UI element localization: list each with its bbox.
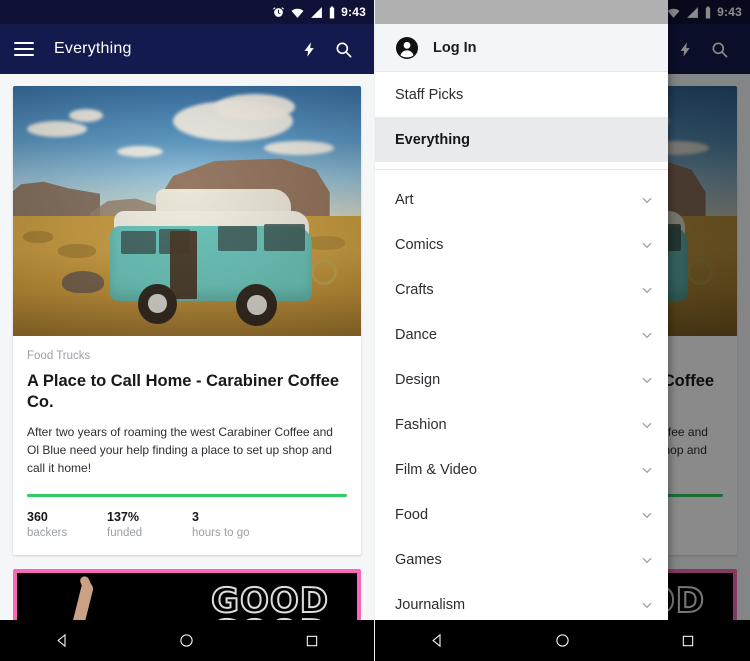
alarm-icon	[273, 6, 285, 17]
drawer-item-everything[interactable]: Everything	[375, 117, 668, 162]
project-stats: 360 backers 137% funded 3 hours to go	[27, 510, 347, 539]
project-title: A Place to Call Home - Carabiner Coffee …	[27, 372, 340, 412]
drawer-category-design[interactable]: Design	[375, 357, 668, 402]
triangle-back-icon	[432, 633, 441, 648]
project-card[interactable]: GOOD GOOD	[13, 569, 361, 620]
project-category: Food Trucks	[27, 350, 91, 362]
chevron-down-icon[interactable]	[640, 283, 654, 297]
chevron-down-icon[interactable]	[640, 193, 654, 207]
drawer-item-label: Design	[395, 371, 441, 388]
drawer-category-games[interactable]: Games	[375, 537, 668, 582]
search-button[interactable]	[326, 32, 360, 66]
chevron-down-icon[interactable]	[640, 553, 654, 567]
wifi-icon	[291, 8, 304, 18]
drawer-category-journalism[interactable]: Journalism	[375, 582, 668, 620]
drawer-item-label: Comics	[395, 236, 444, 253]
funding-progress-bar	[27, 494, 347, 498]
square-recents-icon	[306, 635, 317, 646]
stat-time-left: 3 hours to go	[192, 510, 250, 539]
circle-home-icon	[180, 634, 194, 647]
drawer-category-art[interactable]: Art	[375, 177, 668, 222]
chevron-down-icon[interactable]	[640, 373, 654, 387]
project-description: After two years of roaming the west Cara…	[27, 425, 333, 475]
chevron-down-icon[interactable]	[640, 598, 654, 612]
project-image	[13, 86, 361, 336]
android-navigation-bar	[375, 620, 750, 661]
home-button[interactable]	[165, 620, 209, 661]
chevron-down-icon[interactable]	[640, 328, 654, 342]
drawer-category-fashion[interactable]: Fashion	[375, 402, 668, 447]
drawer-item-label: Crafts	[395, 281, 434, 298]
home-button[interactable]	[541, 620, 585, 661]
drawer-item-label: Everything	[395, 131, 470, 148]
drawer-item-label: Journalism	[395, 596, 466, 613]
stat-value: 3	[192, 510, 199, 525]
chevron-down-icon[interactable]	[640, 418, 654, 432]
chevron-down-icon[interactable]	[640, 463, 654, 477]
clock-time: 9:43	[341, 5, 366, 19]
stat-value: 137%	[107, 510, 139, 525]
stat-backers: 360 backers	[27, 510, 107, 539]
lightning-bolt-icon	[304, 41, 314, 57]
android-navigation-bar	[0, 620, 374, 661]
status-bar: 9:43	[0, 0, 374, 24]
drawer-divider	[375, 169, 668, 170]
recents-button[interactable]	[666, 620, 710, 661]
battery-icon	[330, 6, 335, 18]
drawer-item-label: Dance	[395, 326, 437, 343]
drawer-status-spacer	[375, 0, 668, 24]
drawer-item-staff-picks[interactable]: Staff Picks	[375, 72, 668, 117]
login-label: Log In	[433, 39, 477, 56]
activity-button[interactable]	[292, 32, 326, 66]
page-title: Everything	[54, 40, 132, 57]
account-circle-icon	[396, 36, 418, 59]
app-bar: Everything	[0, 24, 374, 74]
screenshot-root: 9:43 Everything Food Trucks A Place to C…	[0, 0, 750, 661]
right-phone-screen: 9:43 Everything	[375, 0, 750, 661]
back-button[interactable]	[416, 620, 460, 661]
drawer-item-label: Art	[395, 191, 414, 208]
chevron-down-icon[interactable]	[640, 238, 654, 252]
search-icon	[335, 41, 351, 57]
drawer-item-label: Film & Video	[395, 461, 477, 478]
drawer-item-label: Food	[395, 506, 429, 523]
drawer-category-film-video[interactable]: Film & Video	[375, 447, 668, 492]
back-button[interactable]	[40, 620, 84, 661]
stat-label: hours to go	[192, 527, 250, 540]
project-card[interactable]: Food Trucks A Place to Call Home - Carab…	[13, 86, 361, 556]
stat-funded: 137% funded	[107, 510, 192, 539]
drawer-item-label: Fashion	[395, 416, 447, 433]
navigation-drawer: Log In Staff Picks Everything Art Comics…	[375, 0, 668, 620]
square-recents-icon	[682, 635, 693, 646]
drawer-category-crafts[interactable]: Crafts	[375, 267, 668, 312]
project-card-body: Food Trucks A Place to Call Home - Carab…	[13, 336, 361, 555]
drawer-account-header[interactable]: Log In	[375, 24, 668, 72]
project-feed[interactable]: Food Trucks A Place to Call Home - Carab…	[0, 74, 374, 620]
recents-button[interactable]	[290, 620, 334, 661]
drawer-item-label: Games	[395, 551, 442, 568]
drawer-category-dance[interactable]: Dance	[375, 312, 668, 357]
triangle-back-icon	[57, 633, 66, 648]
circle-home-icon	[556, 634, 569, 647]
drawer-category-food[interactable]: Food	[375, 492, 668, 537]
signal-icon	[311, 6, 323, 18]
stat-label: backers	[27, 527, 68, 540]
stat-label: funded	[107, 527, 143, 540]
left-phone-screen: 9:43 Everything Food Trucks A Place to C…	[0, 0, 375, 661]
chevron-down-icon[interactable]	[640, 508, 654, 522]
hamburger-menu-icon[interactable]	[14, 42, 34, 56]
drawer-item-label: Staff Picks	[395, 86, 464, 103]
stat-value: 360	[27, 510, 48, 525]
drawer-category-comics[interactable]: Comics	[375, 222, 668, 267]
